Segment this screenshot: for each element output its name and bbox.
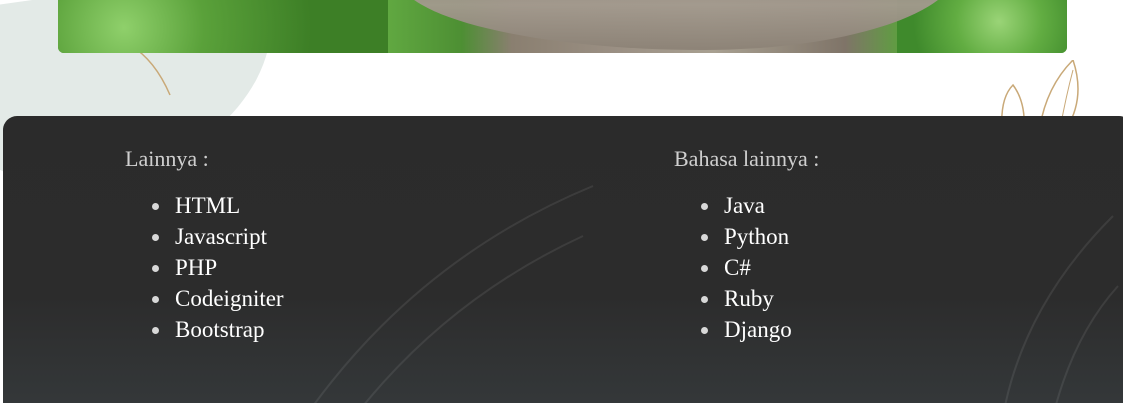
- list-item[interactable]: Javascript: [152, 221, 284, 252]
- link-list: Java Python C# Ruby Django: [674, 190, 819, 345]
- footer-column-bahasa-lainnya: Bahasa lainnya : Java Python C# Ruby Dja…: [674, 146, 819, 345]
- page: Lainnya : HTML Javascript PHP Codeignite…: [0, 0, 1123, 403]
- list-item[interactable]: Codeigniter: [152, 283, 284, 314]
- column-title: Bahasa lainnya :: [674, 146, 820, 171]
- list-item[interactable]: Django: [700, 314, 819, 345]
- hero-image: [58, 0, 1067, 53]
- leaf-watermark-icon: [314, 185, 594, 403]
- column-title: Lainnya :: [125, 146, 209, 171]
- list-item[interactable]: HTML: [152, 190, 284, 221]
- tree-branch-photo: [398, 0, 958, 50]
- list-item[interactable]: Bootstrap: [152, 314, 284, 345]
- list-item[interactable]: Python: [700, 221, 819, 252]
- footer: Lainnya : HTML Javascript PHP Codeignite…: [3, 116, 1123, 403]
- leaf-watermark-icon: [1004, 215, 1119, 403]
- list-item[interactable]: C#: [700, 252, 819, 283]
- footer-column-lainnya: Lainnya : HTML Javascript PHP Codeignite…: [125, 146, 284, 345]
- list-item[interactable]: Java: [700, 190, 819, 221]
- link-list: HTML Javascript PHP Codeigniter Bootstra…: [125, 190, 284, 345]
- list-item[interactable]: PHP: [152, 252, 284, 283]
- list-item[interactable]: Ruby: [700, 283, 819, 314]
